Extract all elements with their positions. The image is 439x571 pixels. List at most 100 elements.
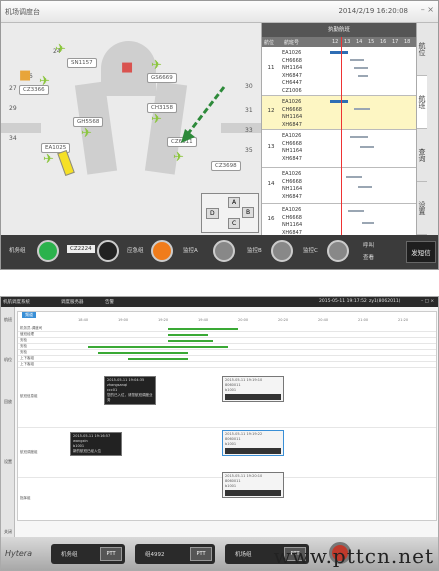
channel-tab[interactable]: 频道 [22, 312, 36, 318]
stand-block[interactable]: D [206, 208, 219, 219]
activity-bar[interactable] [88, 346, 228, 348]
monitor-button-c[interactable] [327, 240, 349, 262]
monitor-button-a[interactable] [213, 240, 235, 262]
call-label: 呼叫 [363, 243, 375, 249]
window-controls[interactable]: – □ × [421, 299, 434, 304]
channel-select[interactable]: CZ2224 [67, 245, 95, 253]
tab-stands[interactable]: 航位 [417, 23, 427, 76]
schedule-row[interactable]: 14 EA1026 CH6668 NH1164 XH6847 [262, 168, 416, 204]
gate-tag[interactable]: GS6669 [147, 73, 177, 83]
flight-bar[interactable] [346, 176, 362, 178]
airplane-icon[interactable]: ✈ [173, 151, 184, 164]
flight-bar[interactable] [362, 222, 374, 224]
flight-bar[interactable] [360, 146, 374, 148]
group-label: 机务组 [9, 248, 26, 254]
monitor-button-b[interactable] [271, 240, 293, 262]
send-sms-button[interactable]: 发短信 [406, 241, 436, 263]
group-button-emergency[interactable] [151, 240, 173, 262]
stand-area: A B C D [201, 193, 259, 233]
flight-bar[interactable] [358, 186, 372, 188]
gate-tag[interactable]: CZ3698 [211, 161, 241, 171]
schedule-hours: 航位 航班号 12 13 14 15 16 17 18 [262, 37, 416, 47]
stand-block[interactable]: B [242, 207, 255, 218]
airplane-icon[interactable]: ✈ [151, 59, 162, 72]
flight-bar[interactable] [348, 210, 364, 212]
ptt-button[interactable]: PTT [100, 547, 122, 561]
channel-button[interactable] [97, 240, 119, 262]
activity-bar[interactable] [98, 352, 188, 354]
schedule-row[interactable]: 16 EA1026 CH6668 NH1164 XH6847 [262, 204, 416, 239]
gate-number: 35 [245, 147, 253, 154]
ptt-group[interactable]: 机务组 PTT [51, 544, 125, 564]
activity-bar[interactable] [168, 334, 208, 336]
voice-card[interactable]: 2015-05-11 19:19:10 8060011 b1001 [222, 376, 284, 402]
flight-bar[interactable] [350, 59, 364, 61]
title-bar: 机场调度台 2014/2/19 16:20:08 – × [1, 1, 438, 23]
airplane-icon[interactable]: ✈ [151, 113, 162, 126]
nav-settings[interactable]: 设置 [1, 459, 15, 465]
group-bar: 机务组 CZ2224 应急组 监控A 监控B 监控C 呼叫 查看 发短信 [1, 235, 438, 269]
gate-number: 31 [245, 107, 253, 114]
activity-bar[interactable] [168, 328, 238, 330]
schedule-row[interactable]: 11 EA1026 CH6668 NH1164 XH6847 CH6447 CZ1006 [262, 47, 416, 96]
current-time-line [341, 37, 342, 235]
ptt-group[interactable]: 组4992 PTT [135, 544, 215, 564]
airplane-icon[interactable]: ✈ [39, 75, 50, 88]
message-card[interactable]: 2015-05-11 19:16:57 wangxin b1001 新的航班已经入位 [70, 432, 122, 456]
selected-vehicle[interactable] [57, 150, 75, 176]
activity-bar[interactable] [128, 358, 188, 360]
bottom-screenshot: 机航调度系统 调度服务器 告警 2015-05-11 19:17:52 zy1(… [0, 296, 439, 571]
app-title: 机场调度台 [5, 8, 40, 16]
flight-bar[interactable] [330, 100, 348, 103]
direction-arrow-icon [181, 86, 226, 143]
activity-bar[interactable] [168, 340, 213, 342]
voice-card[interactable]: 2015-05-11 19:19:22 8060011 b1001 [222, 430, 284, 456]
side-tabs: 航位 航班 查询 设置 [416, 23, 438, 235]
flight-bar[interactable] [350, 136, 368, 138]
voice-player[interactable] [225, 394, 281, 400]
voice-card[interactable]: 2015-05-11 19:20:10 8060011 b1001 [222, 472, 284, 498]
title-bar: 机航调度系统 调度服务器 告警 2015-05-11 19:17:52 zy1(… [1, 297, 438, 307]
gate-number: 27 [9, 85, 17, 92]
schedule-panel: 执勤航班 航位 航班号 12 13 14 15 16 17 18 11 EA10… [261, 23, 416, 239]
message-card[interactable]: 2015-05-11 19:04:35 zhangsanqi ccc01 您的已入位，… [104, 376, 156, 405]
voice-player[interactable] [225, 490, 281, 496]
airplane-icon[interactable]: ✈ [81, 127, 92, 140]
airport-map[interactable]: SN1157 GS6669 CZ3366 CH3158 GH5568 EA102… [1, 23, 261, 235]
stand-block[interactable]: C [228, 218, 241, 229]
nav-close[interactable]: 关闭 [1, 529, 15, 535]
watermark: www.pttcn.net [273, 544, 434, 568]
airplane-icon[interactable]: ✈ [43, 153, 54, 166]
gate-number: 29 [9, 105, 17, 112]
gate-number: 30 [245, 83, 253, 90]
top-screenshot: 机场调度台 2014/2/19 16:20:08 – × SN1157 GS66… [0, 0, 439, 270]
schedule-row[interactable]: 13 EA1026 CH6668 NH1164 XH6847 [262, 130, 416, 168]
flight-bar[interactable] [354, 67, 368, 69]
flight-bar[interactable] [358, 75, 368, 77]
datetime: 2015-05-11 19:17:52 [319, 299, 367, 304]
nav-playback[interactable]: 回放 [1, 399, 15, 405]
group-button-maintenance[interactable] [37, 240, 59, 262]
vehicle-icon[interactable]: ■ [121, 61, 133, 74]
schedule-row-selected[interactable]: 12 EA1026 CH6668 NH1164 XH6847 [262, 96, 416, 130]
brand-logo: Hytera [5, 549, 32, 558]
nav-flights[interactable]: 航班 [1, 317, 15, 323]
view-label: 查看 [363, 255, 375, 261]
flight-bar[interactable] [330, 51, 348, 54]
gate-tag[interactable]: SN1157 [67, 58, 97, 68]
stand-block[interactable]: A [228, 197, 241, 208]
ptt-button[interactable]: PTT [190, 547, 212, 561]
tab-flights[interactable]: 航班 [417, 76, 427, 129]
nav-stands[interactable]: 机位 [1, 357, 15, 363]
tab-dispatch-server[interactable]: 调度服务器 [61, 299, 84, 305]
tab-settings[interactable]: 设置 [417, 182, 427, 235]
airplane-icon[interactable]: ✈ [55, 43, 66, 56]
tab-search[interactable]: 查询 [417, 129, 427, 182]
vehicle-icon[interactable]: ■ [19, 69, 31, 82]
left-nav: 航班 机位 回放 设置 关闭 [1, 307, 15, 537]
tab-alarm[interactable]: 告警 [105, 299, 114, 305]
window-controls[interactable]: – × [421, 5, 434, 14]
flight-bar[interactable] [354, 108, 370, 110]
voice-player[interactable] [225, 448, 281, 454]
group-label: 应急组 [127, 248, 144, 254]
